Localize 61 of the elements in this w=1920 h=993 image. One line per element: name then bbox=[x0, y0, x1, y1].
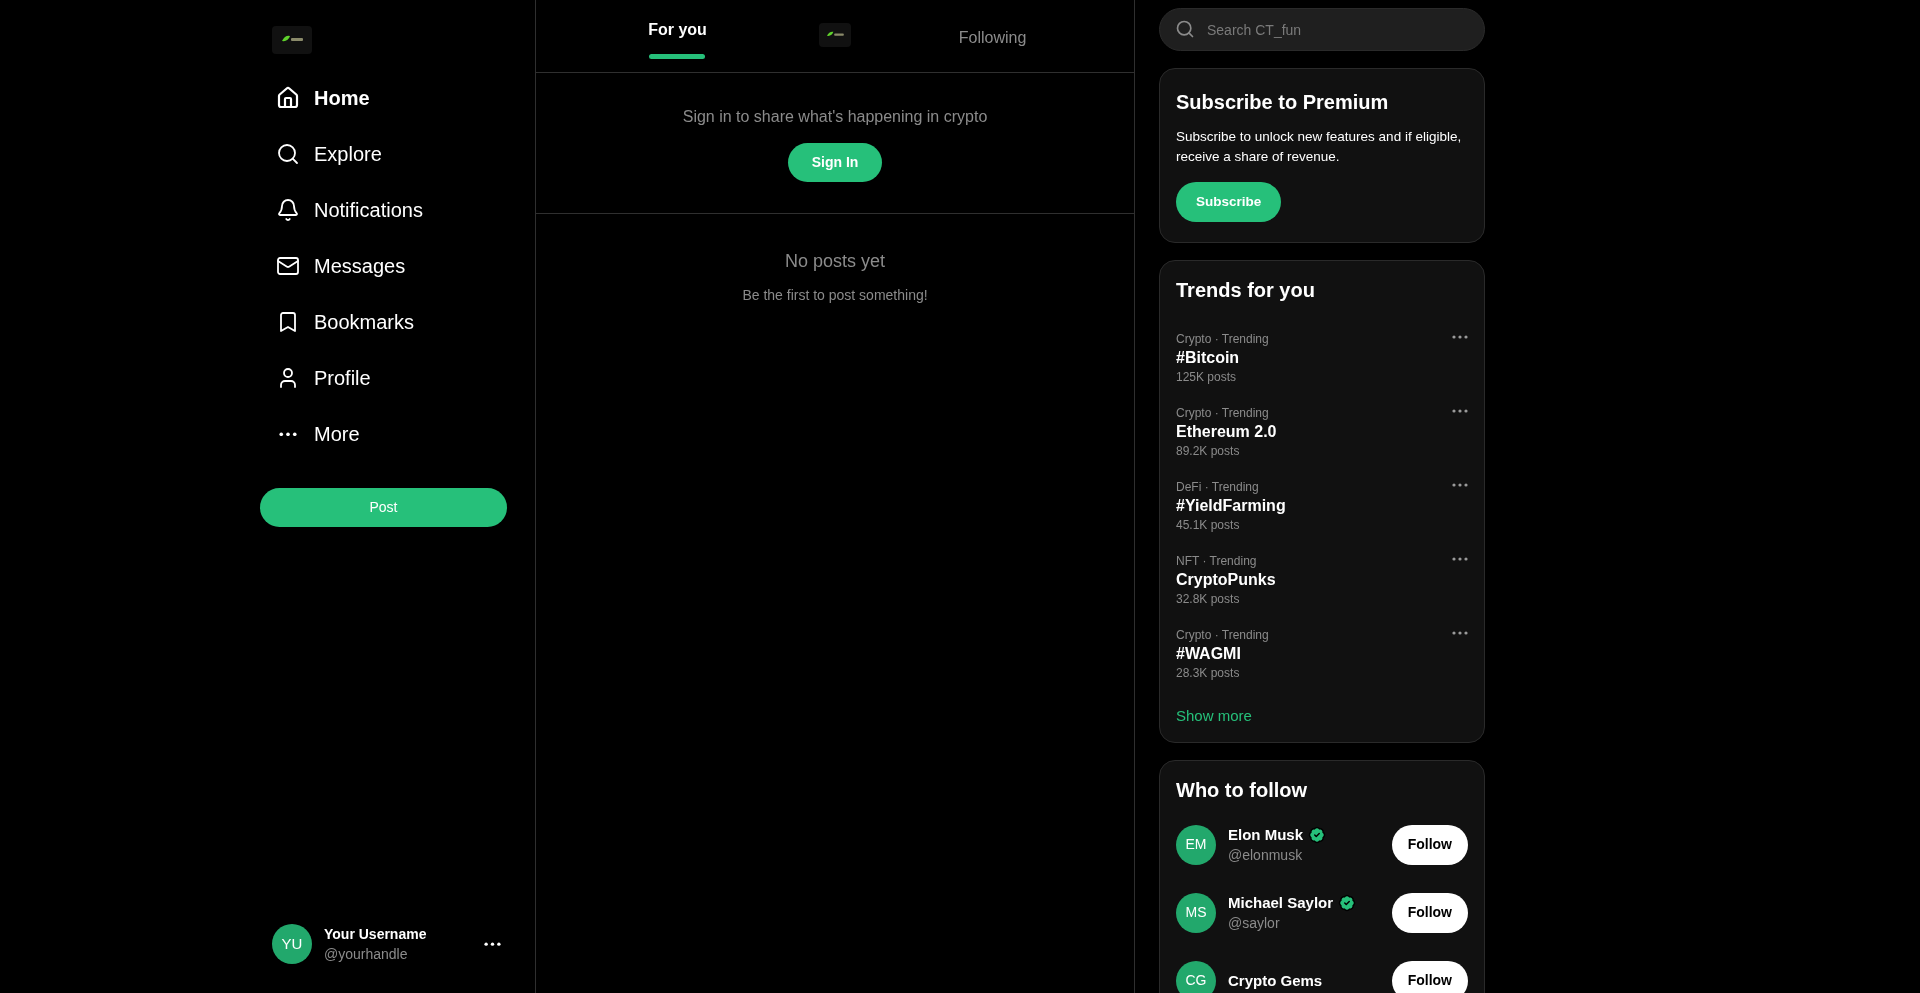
nav-item[interactable]: Home bbox=[260, 74, 507, 122]
card-title: Who to follow bbox=[1176, 777, 1309, 803]
bell-icon bbox=[276, 198, 300, 222]
empty-title: No posts yet bbox=[784, 250, 885, 273]
trend-topic[interactable]: #YieldFarming bbox=[1176, 495, 1452, 517]
user-handle: @elonmusk bbox=[1228, 845, 1304, 865]
avatar: YU bbox=[272, 924, 312, 964]
more-icon[interactable] bbox=[1452, 631, 1468, 635]
more-icon[interactable] bbox=[484, 941, 501, 947]
more-icon[interactable] bbox=[1452, 557, 1468, 561]
feed-tab[interactable]: For you bbox=[648, 0, 707, 59]
trend-context: Crypto · Trending bbox=[1176, 627, 1270, 643]
search-icon bbox=[1175, 19, 1195, 39]
more-icon[interactable] bbox=[1452, 335, 1468, 339]
nav-item[interactable]: Bookmarks bbox=[260, 298, 507, 346]
trend-topic[interactable]: #WAGMI bbox=[1176, 643, 1452, 665]
card-title: Trends for you bbox=[1176, 278, 1316, 303]
more-icon bbox=[279, 431, 297, 437]
logo-icon bbox=[272, 26, 312, 54]
trend-context: Crypto · Trending bbox=[1176, 331, 1270, 347]
nav-item[interactable]: More bbox=[260, 410, 507, 458]
user-name: Crypto Gems bbox=[1228, 970, 1323, 991]
card-title: Subscribe to Premium bbox=[1176, 90, 1390, 115]
user-handle: @saylor bbox=[1228, 913, 1281, 933]
sign-in-prompt: Sign in to share what's happening in crypto bbox=[682, 107, 988, 127]
trend-topic[interactable]: #Bitcoin bbox=[1176, 347, 1452, 369]
follow-button[interactable]: Follow bbox=[1391, 824, 1468, 865]
user-name: Elon Musk bbox=[1228, 824, 1303, 845]
user-name: Michael Saylor bbox=[1228, 892, 1334, 913]
avatar: EM bbox=[1176, 824, 1216, 865]
envelope-icon bbox=[276, 254, 300, 278]
trend-context: DeFi · Trending bbox=[1176, 479, 1260, 495]
more-icon[interactable] bbox=[1452, 409, 1468, 413]
empty-text: Be the first to post something! bbox=[742, 286, 928, 305]
trend-topic[interactable]: CryptoPunks bbox=[1176, 569, 1452, 591]
premium-text: Subscribe to unlock new features and if eligible, receive a share of revenue. bbox=[1176, 128, 1463, 166]
nav-item[interactable]: Notifications bbox=[260, 186, 507, 234]
trend-post-count: 89.2K posts bbox=[1176, 443, 1241, 459]
more-icon[interactable] bbox=[1452, 483, 1468, 487]
trend-context: Crypto · Trending bbox=[1176, 405, 1270, 421]
search-icon bbox=[276, 142, 300, 166]
trend-context: NFT · Trending bbox=[1176, 553, 1258, 569]
search-field[interactable]: Search CT_fun bbox=[1159, 8, 1485, 51]
account-handle: @yourhandle bbox=[324, 945, 409, 964]
trend-post-count: 125K posts bbox=[1176, 369, 1238, 385]
show-more-link[interactable]: Show more bbox=[1176, 705, 1468, 728]
account-name: Your Username bbox=[324, 925, 428, 944]
trend-post-count: 28.3K posts bbox=[1176, 665, 1241, 681]
trend-post-count: 45.1K posts bbox=[1176, 517, 1241, 533]
avatar: CG bbox=[1176, 960, 1216, 993]
nav-item[interactable]: Messages bbox=[260, 242, 507, 290]
nav-item[interactable]: Profile bbox=[260, 354, 507, 402]
follow-button[interactable]: Follow bbox=[1391, 892, 1468, 933]
logo-icon bbox=[819, 23, 851, 47]
follow-button[interactable]: Follow bbox=[1391, 960, 1468, 993]
trend-post-count: 32.8K posts bbox=[1176, 591, 1241, 607]
nav-item[interactable]: Explore bbox=[260, 130, 507, 178]
avatar: MS bbox=[1176, 892, 1216, 933]
feed-tab[interactable]: Following bbox=[958, 0, 1027, 63]
home-icon bbox=[276, 86, 300, 110]
trend-topic[interactable]: Ethereum 2.0 bbox=[1176, 421, 1452, 443]
